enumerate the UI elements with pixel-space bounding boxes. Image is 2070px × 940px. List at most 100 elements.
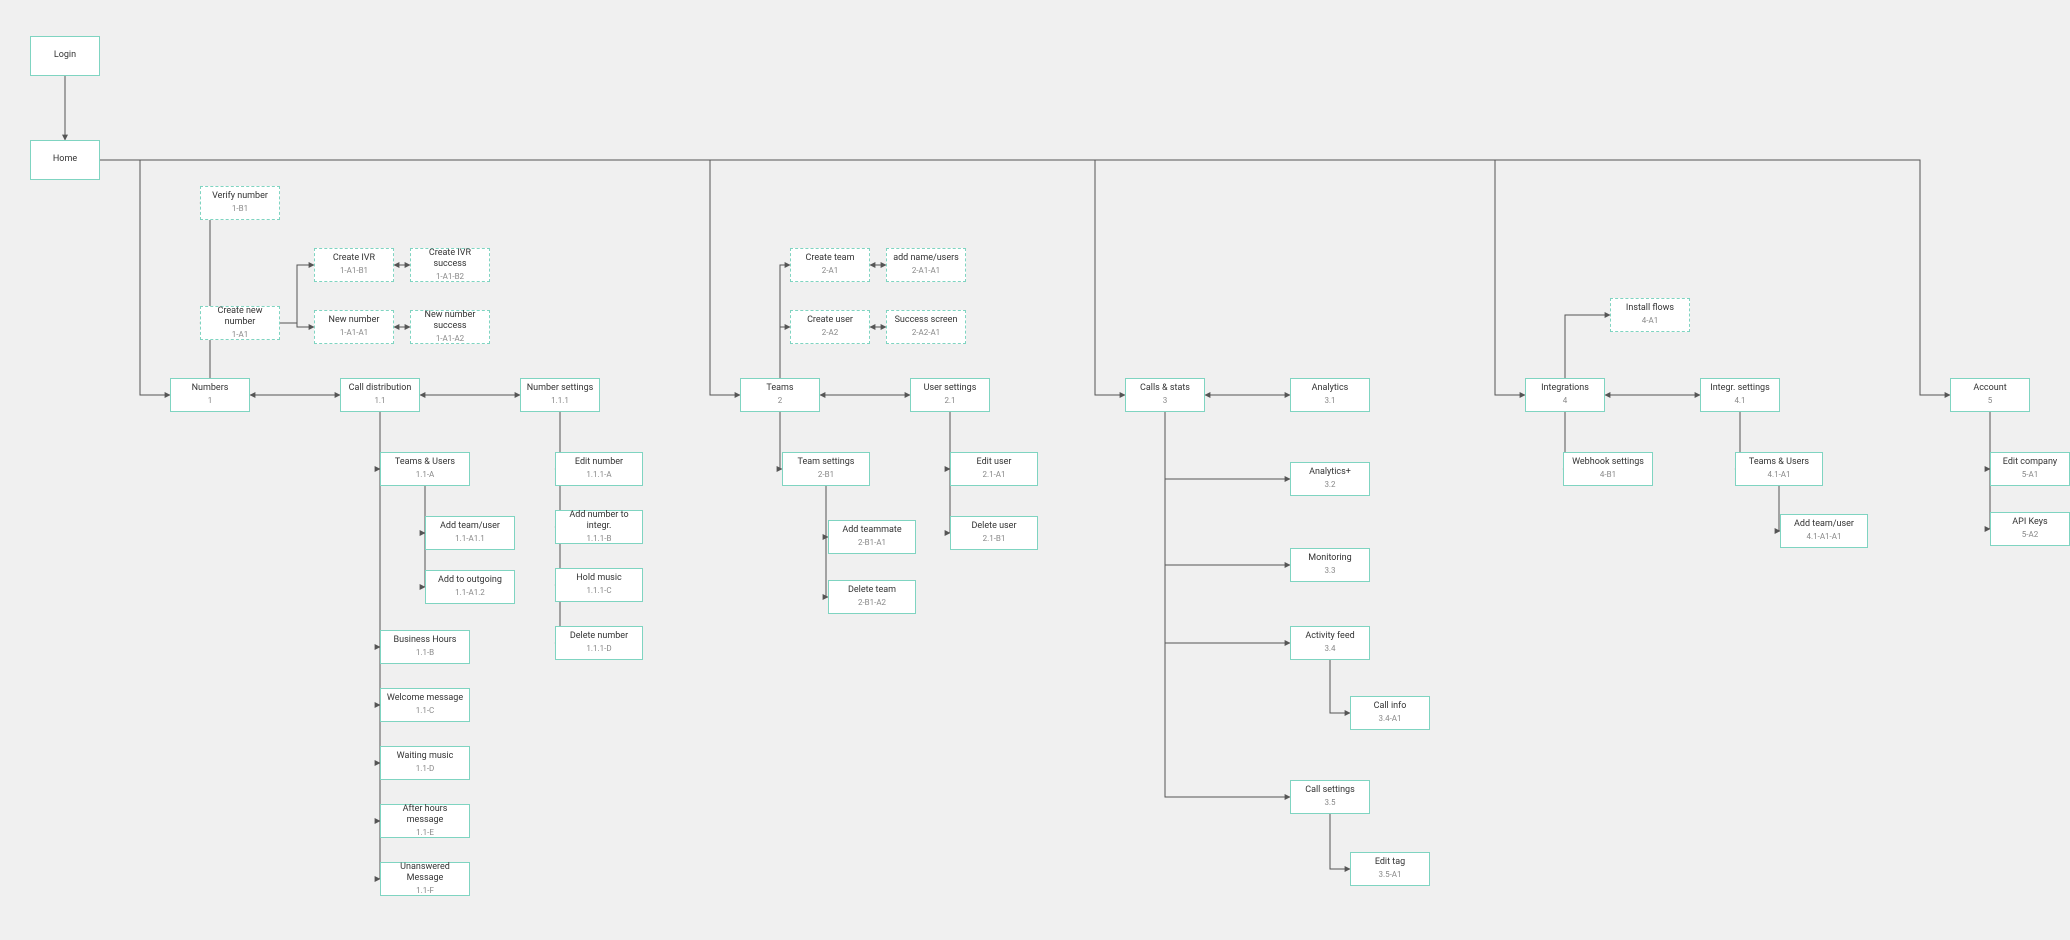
node-title: Home bbox=[53, 154, 77, 166]
flow-node-call-settings[interactable]: Call settings3.5 bbox=[1290, 780, 1370, 814]
flow-node-monitoring[interactable]: Monitoring3.3 bbox=[1290, 548, 1370, 582]
node-title: Waiting music bbox=[397, 751, 454, 763]
node-title: Edit user bbox=[977, 457, 1012, 469]
flow-node-welcome-msg[interactable]: Welcome message1.1-C bbox=[380, 688, 470, 722]
flow-node-new-num-success[interactable]: New number success1-A1-A2 bbox=[410, 310, 490, 344]
flow-node-create-ivr[interactable]: Create IVR1-A1-B1 bbox=[314, 248, 394, 282]
node-title: Delete team bbox=[848, 585, 896, 597]
flow-edge bbox=[200, 203, 210, 378]
flow-node-login[interactable]: Login bbox=[30, 36, 100, 76]
flow-node-create-new-num[interactable]: Create new number1-A1 bbox=[200, 306, 280, 340]
flow-node-add-teammate[interactable]: Add teammate2-B1-A1 bbox=[828, 520, 916, 554]
flow-node-analytics-plus[interactable]: Analytics+3.2 bbox=[1290, 462, 1370, 496]
flow-node-int-add-team[interactable]: Add team/user4.1-A1-A1 bbox=[1780, 514, 1868, 548]
flow-node-business-hours[interactable]: Business Hours1.1-B bbox=[380, 630, 470, 664]
flow-node-webhook[interactable]: Webhook settings4-B1 bbox=[1563, 452, 1653, 486]
flow-edge bbox=[1165, 412, 1290, 643]
flow-node-account[interactable]: Account5 bbox=[1950, 378, 2030, 412]
node-title: Teams & Users bbox=[1749, 457, 1809, 469]
node-title: Add team/user bbox=[1794, 519, 1854, 531]
node-title: New number bbox=[329, 315, 380, 327]
node-sub: 2.1-B1 bbox=[983, 534, 1006, 544]
flow-node-after-hours[interactable]: After hours message1.1-E bbox=[380, 804, 470, 838]
node-title: Hold music bbox=[576, 573, 621, 585]
node-title: Create IVR bbox=[333, 253, 375, 265]
flow-node-delete-team[interactable]: Delete team2-B1-A2 bbox=[828, 580, 916, 614]
flow-node-numbers[interactable]: Numbers1 bbox=[170, 378, 250, 412]
node-title: Webhook settings bbox=[1572, 457, 1644, 469]
flow-node-ivr-success[interactable]: Create IVR success1-A1-B2 bbox=[410, 248, 490, 282]
node-title: Call settings bbox=[1305, 785, 1355, 797]
node-title: Add to outgoing bbox=[438, 575, 502, 587]
flow-node-number-settings[interactable]: Number settings1.1.1 bbox=[520, 378, 600, 412]
flow-node-api-keys[interactable]: API Keys5-A2 bbox=[1990, 512, 2070, 546]
flow-node-verify-number[interactable]: Verify number1-B1 bbox=[200, 186, 280, 220]
node-title: Activity feed bbox=[1305, 631, 1354, 643]
node-sub: 3.2 bbox=[1324, 480, 1335, 490]
node-sub: 2.1-A1 bbox=[982, 470, 1005, 480]
node-sub: 1-A1-B1 bbox=[340, 266, 368, 276]
flow-node-add-name-users[interactable]: add name/users2-A1-A1 bbox=[886, 248, 966, 282]
flow-node-team-settings[interactable]: Team settings2-B1 bbox=[782, 452, 870, 486]
node-sub: 5-A2 bbox=[2022, 530, 2038, 540]
flow-node-integrations[interactable]: Integrations4 bbox=[1525, 378, 1605, 412]
flow-edge bbox=[1330, 660, 1350, 713]
node-sub: 1.1-B bbox=[416, 648, 434, 658]
flow-node-teams-users[interactable]: Teams & Users1.1-A bbox=[380, 452, 470, 486]
flow-node-edit-company[interactable]: Edit company5-A1 bbox=[1990, 452, 2070, 486]
flow-node-call-info[interactable]: Call info3.4-A1 bbox=[1350, 696, 1430, 730]
flow-node-analytics[interactable]: Analytics3.1 bbox=[1290, 378, 1370, 412]
flow-node-create-team[interactable]: Create team2-A1 bbox=[790, 248, 870, 282]
flow-node-delete-number[interactable]: Delete number1.1.1-D bbox=[555, 626, 643, 660]
node-sub: 1.1-A1.2 bbox=[455, 588, 485, 598]
node-title: add name/users bbox=[893, 253, 959, 265]
flow-node-call-dist[interactable]: Call distribution1.1 bbox=[340, 378, 420, 412]
flow-node-edit-number[interactable]: Edit number1.1.1-A bbox=[555, 452, 643, 486]
flow-node-hold-music[interactable]: Hold music1.1.1-C bbox=[555, 568, 643, 602]
flow-node-calls-stats[interactable]: Calls & stats3 bbox=[1125, 378, 1205, 412]
flow-edge bbox=[1165, 412, 1290, 565]
node-sub: 1.1-A bbox=[416, 470, 435, 480]
flow-node-integr-settings[interactable]: Integr. settings4.1 bbox=[1700, 378, 1780, 412]
node-title: Create IVR success bbox=[415, 248, 485, 271]
flow-node-teams[interactable]: Teams2 bbox=[740, 378, 820, 412]
node-sub: 5-A1 bbox=[2022, 470, 2038, 480]
flow-node-add-team-user[interactable]: Add team/user1.1-A1.1 bbox=[425, 516, 515, 550]
node-title: Unanswered Message bbox=[385, 862, 465, 885]
flow-node-add-num-int[interactable]: Add number to integr.1.1.1-B bbox=[555, 510, 643, 544]
node-sub: 4-A1 bbox=[1642, 316, 1658, 326]
node-sub: 2-A2-A1 bbox=[912, 328, 940, 338]
node-sub: 1.1 bbox=[374, 396, 385, 406]
node-sub: 2.1 bbox=[944, 396, 955, 406]
node-sub: 1-B1 bbox=[232, 204, 248, 214]
flow-node-edit-user[interactable]: Edit user2.1-A1 bbox=[950, 452, 1038, 486]
flow-node-user-settings[interactable]: User settings2.1 bbox=[910, 378, 990, 412]
flow-node-int-teams-users[interactable]: Teams & Users4.1-A1 bbox=[1735, 452, 1823, 486]
flow-node-delete-user[interactable]: Delete user2.1-B1 bbox=[950, 516, 1038, 550]
flow-node-add-outgoing[interactable]: Add to outgoing1.1-A1.2 bbox=[425, 570, 515, 604]
node-title: Add team/user bbox=[440, 521, 500, 533]
flow-node-unanswered[interactable]: Unanswered Message1.1-F bbox=[380, 862, 470, 896]
flow-node-install-flows[interactable]: Install flows4-A1 bbox=[1610, 298, 1690, 332]
flow-node-edit-tag[interactable]: Edit tag3.5-A1 bbox=[1350, 852, 1430, 886]
node-sub: 1.1-A1.1 bbox=[455, 534, 485, 544]
node-sub: 2-B1-A2 bbox=[858, 598, 886, 608]
flow-edge bbox=[1165, 412, 1290, 479]
flow-node-home[interactable]: Home bbox=[30, 140, 100, 180]
flow-node-create-user[interactable]: Create user2-A2 bbox=[790, 310, 870, 344]
node-title: Login bbox=[54, 50, 76, 62]
node-title: Delete number bbox=[570, 631, 628, 643]
node-title: API Keys bbox=[2012, 517, 2047, 529]
node-title: Edit company bbox=[2003, 457, 2057, 469]
flow-node-new-number[interactable]: New number1-A1-A1 bbox=[314, 310, 394, 344]
node-sub: 4-B1 bbox=[1600, 470, 1616, 480]
flow-edge bbox=[100, 160, 170, 395]
flow-node-waiting-music[interactable]: Waiting music1.1-D bbox=[380, 746, 470, 780]
flow-node-activity-feed[interactable]: Activity feed3.4 bbox=[1290, 626, 1370, 660]
flow-node-success-screen[interactable]: Success screen2-A2-A1 bbox=[886, 310, 966, 344]
node-sub: 3.4-A1 bbox=[1378, 714, 1401, 724]
node-sub: 2-A1 bbox=[822, 266, 838, 276]
node-sub: 1.1.1 bbox=[551, 396, 569, 406]
node-sub: 1.1.1-D bbox=[586, 644, 611, 654]
node-title: After hours message bbox=[385, 804, 465, 827]
